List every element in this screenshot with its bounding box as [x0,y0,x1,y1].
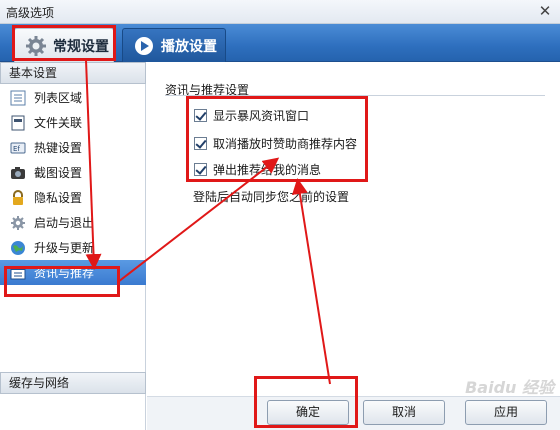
sidebar-item-screenshot[interactable]: 截图设置 [0,160,146,185]
sidebar-item-label: 文件关联 [34,116,83,130]
annotation-box-options [186,96,368,182]
sidebar-item-privacy[interactable]: 隐私设置 [0,185,146,210]
sidebar-item-label: 列表区域 [34,91,83,105]
watermark: Baidu 经验 [465,378,554,397]
close-icon[interactable]: ✕ [536,2,554,20]
apply-button[interactable]: 应用 [465,400,547,425]
tab-playback-label: 播放设置 [161,38,217,55]
cancel-button[interactable]: 取消 [363,400,445,425]
tab-playback-settings[interactable]: 播放设置 [122,28,226,62]
sidebar-item-label: 热键设置 [34,141,83,155]
section-basic-settings[interactable]: 基本设置 [0,62,146,84]
list-icon [10,90,26,106]
sync-hint-text: 登陆后自动同步您之前的设置 [193,190,350,204]
play-settings-icon [133,35,155,57]
file-icon [10,115,26,131]
sidebar-item-label: 隐私设置 [34,191,83,205]
gear-icon [10,215,26,231]
annotation-box-tab [12,25,116,61]
hotkey-icon: Ef [10,140,26,156]
globe-icon [10,240,26,256]
sidebar-item-upgrade[interactable]: 升级与更新 [0,235,146,260]
sidebar: 基本设置 列表区域 文件关联 Ef 热键设置 截图设置 隐私设置 启动与退出 升… [0,62,146,430]
annotation-box-sidebar-item [4,266,120,297]
lock-icon [10,189,26,206]
sidebar-item-file-association[interactable]: 文件关联 [0,110,146,135]
sidebar-list: 列表区域 文件关联 Ef 热键设置 截图设置 隐私设置 启动与退出 升级与更新 … [0,85,146,285]
window-title: 高级选项 [6,6,55,20]
sidebar-item-list-area[interactable]: 列表区域 [0,85,146,110]
section-cache-network[interactable]: 缓存与网络 [0,372,146,394]
sidebar-item-hotkeys[interactable]: Ef 热键设置 [0,135,146,160]
camera-icon [10,165,26,181]
title-bar: 高级选项 ✕ [0,0,560,24]
sidebar-item-startup-exit[interactable]: 启动与退出 [0,210,146,235]
sidebar-item-label: 升级与更新 [34,241,95,255]
svg-text:Ef: Ef [13,145,20,153]
sidebar-item-label: 截图设置 [34,166,83,180]
sidebar-item-label: 启动与退出 [34,216,95,230]
annotation-box-ok [254,376,358,428]
